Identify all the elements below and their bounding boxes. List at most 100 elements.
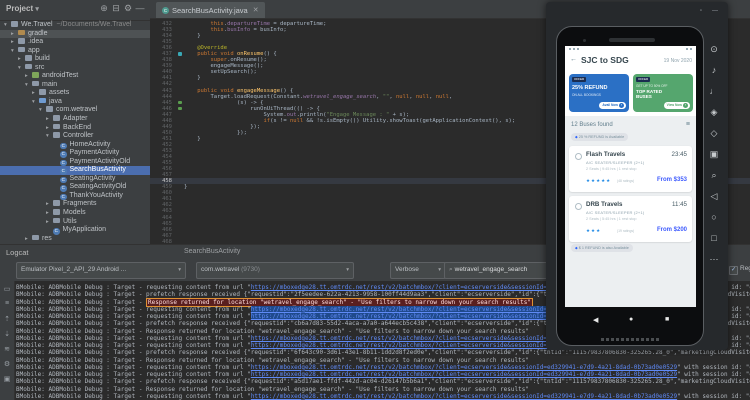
tree-item-assets[interactable]: ▸ assets xyxy=(0,89,150,98)
volume-down-icon[interactable]: ♩ xyxy=(702,86,726,96)
print-icon[interactable]: ≋ xyxy=(0,345,14,353)
tree-item-label: SearchBusActivity xyxy=(69,166,126,174)
close-icon[interactable]: ✕ xyxy=(253,6,259,14)
tree-item-label: SeatingActivityOld xyxy=(69,183,127,191)
promo-card-top-rated[interactable]: OFFER GET UP TO 50% OFF TOP RATED BUSES Vie… xyxy=(633,74,693,112)
tree-item-src[interactable]: ▾ src xyxy=(0,63,150,73)
tree-expand-arrow[interactable]: ▸ xyxy=(46,124,53,133)
folder-icon xyxy=(53,209,60,215)
log-url-link[interactable]: https://mboxedge28.tt.omtrdc.net/rest/v2… xyxy=(251,371,677,378)
log-level-selector[interactable]: ▾ Verbose xyxy=(390,262,446,279)
tree-item-myapplication[interactable]: C MyApplication xyxy=(0,226,150,235)
rotate-left-icon[interactable]: ◈ xyxy=(702,107,726,118)
settings-icon[interactable]: ⚙ xyxy=(122,3,134,14)
logcat-tab-title[interactable]: Logcat xyxy=(6,248,29,257)
log-line: BMobile: ADBMobile Debug : Target - Resp… xyxy=(16,356,529,364)
tree-item-seatingactivity[interactable]: C SeatingActivity xyxy=(0,175,150,184)
promo-card-refund[interactable]: OFFER 25% REFUND ON ALL BOOKINGS Avail Now › xyxy=(569,74,629,112)
tree-expand-arrow[interactable]: ▾ xyxy=(39,106,46,115)
phone-screen: ← SJC to SDG 19 Nov 2020 OFFER 25% REFUND… xyxy=(565,46,696,307)
locate-icon[interactable]: ⊕ xyxy=(98,3,110,14)
tree-expand-arrow[interactable]: ▸ xyxy=(46,209,53,218)
tree-expand-arrow[interactable]: ▸ xyxy=(32,89,39,98)
screenshot-icon[interactable]: ▣ xyxy=(0,375,14,383)
tree-expand-arrow[interactable]: ▾ xyxy=(11,47,18,56)
log-url-link[interactable]: https://mboxedge28.tt.omtrdc.net/rest/v2… xyxy=(251,364,677,371)
clear-icon[interactable]: ▭ xyxy=(0,285,14,293)
process-selector[interactable]: ▾ com.wetravel (9730) xyxy=(196,262,354,279)
tree-expand-arrow[interactable]: ▾ xyxy=(18,64,25,73)
promo-title: TOP RATED BUSES xyxy=(636,89,663,99)
nav-home-icon[interactable]: ● xyxy=(629,316,633,323)
home-icon[interactable]: ○ xyxy=(702,212,726,222)
tree-item-fragments[interactable]: ▸ Fragments xyxy=(0,200,150,209)
tree-item-paymentactivityold[interactable]: C PaymentActivityOld xyxy=(0,158,150,167)
tree-expand-arrow[interactable]: ▾ xyxy=(46,132,53,141)
volume-up-icon[interactable]: ♪ xyxy=(702,65,726,75)
more-icon[interactable]: ⋯ xyxy=(702,254,726,265)
tree-expand-arrow[interactable]: ▾ xyxy=(25,81,32,90)
tree-expand-arrow[interactable]: ▾ xyxy=(4,21,11,30)
tree-item-java[interactable]: ▾ java xyxy=(0,97,150,107)
bus-radio[interactable] xyxy=(575,153,582,160)
promo-cta-button[interactable]: Avail Now › xyxy=(599,102,626,109)
tree-expand-arrow[interactable]: ▸ xyxy=(25,235,32,244)
promo-cta-button[interactable]: View Now › xyxy=(663,102,690,109)
tree-item-homeactivity[interactable]: C HomeActivity xyxy=(0,141,150,150)
tree-expand-arrow[interactable]: ▸ xyxy=(25,72,32,81)
tree-item-controller[interactable]: ▾ Controller xyxy=(0,132,150,141)
settings-icon[interactable]: ⚙ xyxy=(0,360,14,368)
device-selector[interactable]: ▾ Emulator Pixel_2_API_29 Android ... xyxy=(16,262,186,279)
tree-expand-arrow[interactable]: ▸ xyxy=(46,218,53,227)
power-icon[interactable]: ⊙ xyxy=(702,44,726,55)
bus-card-1[interactable]: Flash Travels 23:45 A/C SEATER/SLEEPER (2+… xyxy=(569,146,692,192)
breadcrumb[interactable]: SearchBusActivity xyxy=(184,248,240,255)
tree-item-gradle[interactable]: ▸ gradle xyxy=(0,29,150,39)
tree-item-adapter[interactable]: ▸ Adapter xyxy=(0,115,150,124)
tree-item-thankyouactivity[interactable]: C ThankYouActivity xyxy=(0,192,150,201)
wrap-icon[interactable]: ≡ xyxy=(0,300,14,307)
collapse-all-icon[interactable]: ⊟ xyxy=(110,3,122,14)
tree-item-res[interactable]: ▸ res xyxy=(0,234,150,244)
bus-card-2[interactable]: DRB Travels 11:45 A/C SEATER/SLEEPER (2+1)… xyxy=(569,196,692,242)
tree-expand-arrow[interactable]: ▸ xyxy=(11,30,18,39)
tree-item-backend[interactable]: ▸ BackEnd xyxy=(0,123,150,133)
project-view-selector[interactable]: Project ▾ xyxy=(6,4,39,13)
tree-item-app[interactable]: ▾ app xyxy=(0,46,150,56)
tree-item-build[interactable]: ▸ build xyxy=(0,55,150,64)
nav-overview-icon[interactable]: ■ xyxy=(665,316,669,323)
hide-panel-icon[interactable]: — xyxy=(134,3,146,13)
tree-expand-arrow[interactable]: ▾ xyxy=(32,98,39,107)
log-url-link[interactable]: https://mboxedge28.tt.omtrdc.net/rest/v2… xyxy=(251,393,677,400)
tree-item-paymentactivity[interactable]: C PaymentActivity xyxy=(0,149,150,158)
tree-item-we.travel[interactable]: ▾ We.Travel ~/Documents/We.Travel xyxy=(0,21,150,30)
tree-item-models[interactable]: ▸ Models xyxy=(0,209,150,218)
tree-expand-arrow[interactable]: ▸ xyxy=(18,55,25,64)
zoom-icon[interactable]: ⌕ xyxy=(702,170,726,181)
screenshot-icon[interactable]: ▣ xyxy=(702,149,726,160)
tree-item-searchbusactivity[interactable]: C SearchBusActivity xyxy=(0,166,150,175)
tree-item-com.wetravel[interactable]: ▾ com.wetravel xyxy=(0,106,150,115)
scroll-up-icon[interactable]: ⇡ xyxy=(0,315,14,323)
back-arrow-icon[interactable]: ← xyxy=(570,56,577,63)
tree-expand-arrow[interactable]: ▸ xyxy=(46,200,53,209)
tree-item-seatingactivityold[interactable]: C SeatingActivityOld xyxy=(0,183,150,192)
filter-icon[interactable]: ≡ xyxy=(686,121,690,128)
bus-radio[interactable] xyxy=(575,203,582,210)
tree-item-main[interactable]: ▾ main xyxy=(0,80,150,90)
bus-list-background: 12 Buses found ≡ ◆25 % REFUND is Availab… xyxy=(565,116,696,307)
rotate-right-icon[interactable]: ◇ xyxy=(702,128,726,139)
tree-item-.idea[interactable]: ▸ .idea xyxy=(0,38,150,47)
tree-item-utils[interactable]: ▸ Utils xyxy=(0,217,150,227)
tree-item-androidtest[interactable]: ▸ androidTest xyxy=(0,72,150,81)
scroll-down-icon[interactable]: ⇣ xyxy=(0,330,14,338)
tree-expand-arrow[interactable]: ▸ xyxy=(46,115,53,124)
tree-expand-arrow[interactable]: ▸ xyxy=(11,38,18,47)
editor-tab[interactable]: C SearchBusActivity.java ✕ xyxy=(156,2,265,18)
tree-item-label: Models xyxy=(63,209,86,217)
back-icon[interactable]: ◁ xyxy=(702,191,726,202)
overview-icon[interactable]: □ xyxy=(702,233,726,243)
regex-checkbox[interactable]: ✓Regex xyxy=(729,265,750,275)
travel-date[interactable]: 19 Nov 2020 xyxy=(664,58,692,64)
nav-back-icon[interactable]: ◀ xyxy=(593,316,598,324)
